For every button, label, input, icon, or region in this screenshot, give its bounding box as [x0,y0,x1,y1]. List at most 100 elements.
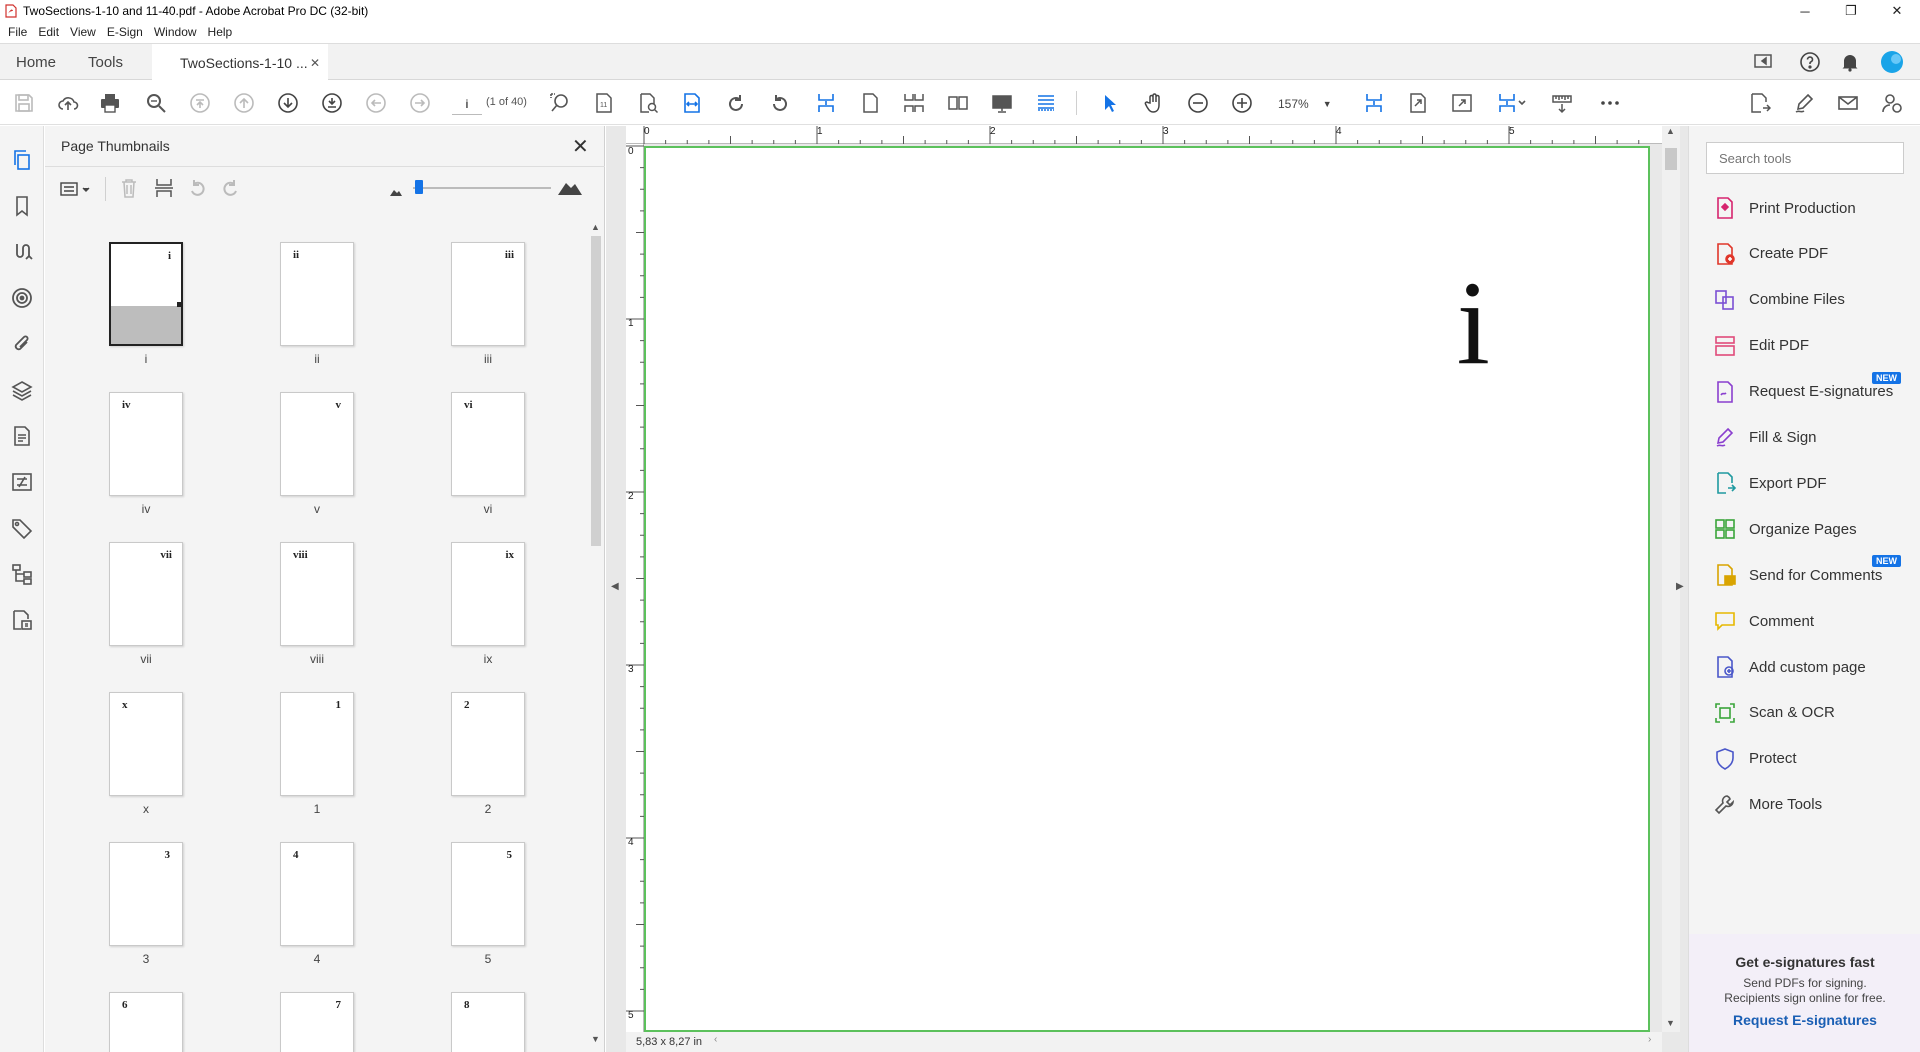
thumbnail-page-ix[interactable]: ix [451,542,525,646]
two-page-view-icon[interactable] [946,91,970,115]
menu-window[interactable]: Window [154,25,197,39]
delete-pages-icon[interactable] [118,177,140,199]
help-icon[interactable] [1798,50,1822,74]
tool-more-tools[interactable]: More Tools [1689,785,1920,825]
tool-scan-ocr[interactable]: Scan & OCR [1689,693,1920,733]
scrolling-mode-icon[interactable] [814,91,838,115]
insert-page-icon[interactable] [153,177,175,199]
tool-add-custom-page[interactable]: Add custom page [1689,647,1920,687]
thumbnail-page-x[interactable]: x [109,692,183,796]
single-page-icon[interactable] [858,91,882,115]
fit-page-icon[interactable] [1362,91,1386,115]
tool-print-production[interactable]: Print Production [1689,188,1920,228]
share-screen-icon[interactable] [1752,50,1776,74]
next-view-icon[interactable] [408,91,432,115]
tags-icon[interactable] [10,516,34,540]
tab-document[interactable]: TwoSections-1-10 ... ✕ [152,44,328,81]
find-icon[interactable] [144,91,168,115]
scroll-down-arrow-icon[interactable]: ▼ [1666,1018,1675,1028]
marquee-zoom-icon[interactable] [548,91,572,115]
zoom-in-icon[interactable] [1230,91,1254,115]
menu-view[interactable]: View [70,25,96,39]
menu-esign[interactable]: E-Sign [107,25,143,39]
pdf-page[interactable]: i [644,146,1650,1032]
scroll-up-arrow-icon[interactable]: ▲ [1666,126,1675,136]
previous-page-icon[interactable] [232,91,256,115]
thumbnail-page-6[interactable]: 6 [109,992,183,1052]
close-panel-icon[interactable]: ✕ [572,134,589,159]
zoom-page-icon[interactable] [636,91,660,115]
expand-right-arrow-icon[interactable]: ▶ [1676,581,1684,592]
scroll-down-arrow-icon[interactable]: ▼ [591,1034,600,1044]
document-scrollbar[interactable]: ▲ ▼ [1662,126,1680,1032]
close-window-button[interactable]: ✕ [1874,0,1920,22]
thumbnail-scrollbar[interactable]: ▲ ▼ [589,222,603,1050]
thumbnail-page-vi[interactable]: vi [451,392,525,496]
thumbnail-page-i[interactable]: i [109,242,183,346]
tool-organize-pages[interactable]: Organize Pages [1689,509,1920,549]
thumbnail-page-2[interactable]: 2 [451,692,525,796]
fill-sign-icon[interactable] [1792,91,1816,115]
rotate-left-pages-icon[interactable] [187,177,209,199]
tool-edit-pdf[interactable]: Edit PDF [1689,326,1920,366]
search-tools-input[interactable] [1706,142,1904,174]
menu-file[interactable]: File [8,25,27,39]
zoom-select[interactable]: 157% ▼ [1278,93,1338,115]
options-menu-icon[interactable] [59,179,95,199]
rotate-clockwise-icon[interactable] [724,91,748,115]
save-icon[interactable] [12,91,36,115]
slider-handle[interactable] [415,180,423,194]
tab-tools[interactable]: Tools [88,44,123,80]
scrollbar-thumb[interactable] [591,236,601,546]
scroll-up-arrow-icon[interactable]: ▲ [591,222,600,232]
page-display-icon[interactable] [1496,91,1528,115]
rotate-counterclockwise-icon[interactable] [768,91,792,115]
zoom-out-icon[interactable] [1186,91,1210,115]
previous-view-icon[interactable] [364,91,388,115]
last-page-icon[interactable] [320,91,344,115]
content-icon[interactable] [10,424,34,448]
next-page-icon[interactable] [276,91,300,115]
reading-mode-icon[interactable] [1034,91,1058,115]
avatar[interactable] [1880,50,1904,74]
thumbnail-page-4[interactable]: 4 [280,842,354,946]
order-icon[interactable] [10,608,34,632]
thumbnail-page-iv[interactable]: iv [109,392,183,496]
viewport-handle[interactable] [177,302,182,307]
menu-help[interactable]: Help [208,25,233,39]
bookmarks-icon[interactable] [10,194,34,218]
maximize-button[interactable]: ❐ [1828,0,1874,22]
full-screen-icon[interactable] [1450,91,1474,115]
thumbnail-page-viii[interactable]: viii [280,542,354,646]
bell-icon[interactable] [1838,50,1862,74]
scrollbar-thumb[interactable] [1665,148,1677,170]
upload-cloud-icon[interactable] [56,91,80,115]
attachments-icon[interactable] [10,332,34,356]
tab-home[interactable]: Home [16,44,56,80]
thumbnail-page-3[interactable]: 3 [109,842,183,946]
signatures-icon[interactable] [10,240,34,264]
fields-icon[interactable] [10,470,34,494]
tool-create-pdf[interactable]: Create PDF [1689,234,1920,274]
print-icon[interactable] [98,91,122,115]
thumbnail-page-5[interactable]: 5 [451,842,525,946]
first-page-icon[interactable] [188,91,212,115]
close-tab-icon[interactable]: ✕ [310,56,320,70]
tool-fill-sign[interactable]: Fill & Sign [1689,418,1920,458]
menu-edit[interactable]: Edit [38,25,59,39]
tool-combine-files[interactable]: Combine Files [1689,280,1920,320]
fit-width-icon[interactable] [680,91,704,115]
tool-comment[interactable]: Comment [1689,601,1920,641]
scroll-right-arrow-icon[interactable]: › [1648,1034,1651,1045]
minimize-button[interactable]: ─ [1782,0,1828,22]
thumbnail-page-v[interactable]: v [280,392,354,496]
tool-export-pdf[interactable]: Export PDF [1689,463,1920,503]
presentation-icon[interactable] [990,91,1014,115]
page-number-input[interactable] [452,93,482,115]
measure-icon[interactable] [1550,91,1574,115]
fit-visible-icon[interactable] [1406,91,1430,115]
thumbnail-page-1[interactable]: 1 [280,692,354,796]
smaller-thumbnails-icon[interactable] [389,185,403,196]
export-pdf-icon[interactable] [1748,91,1772,115]
tool-send-for-comments[interactable]: Send for Comments NEW [1689,555,1920,595]
